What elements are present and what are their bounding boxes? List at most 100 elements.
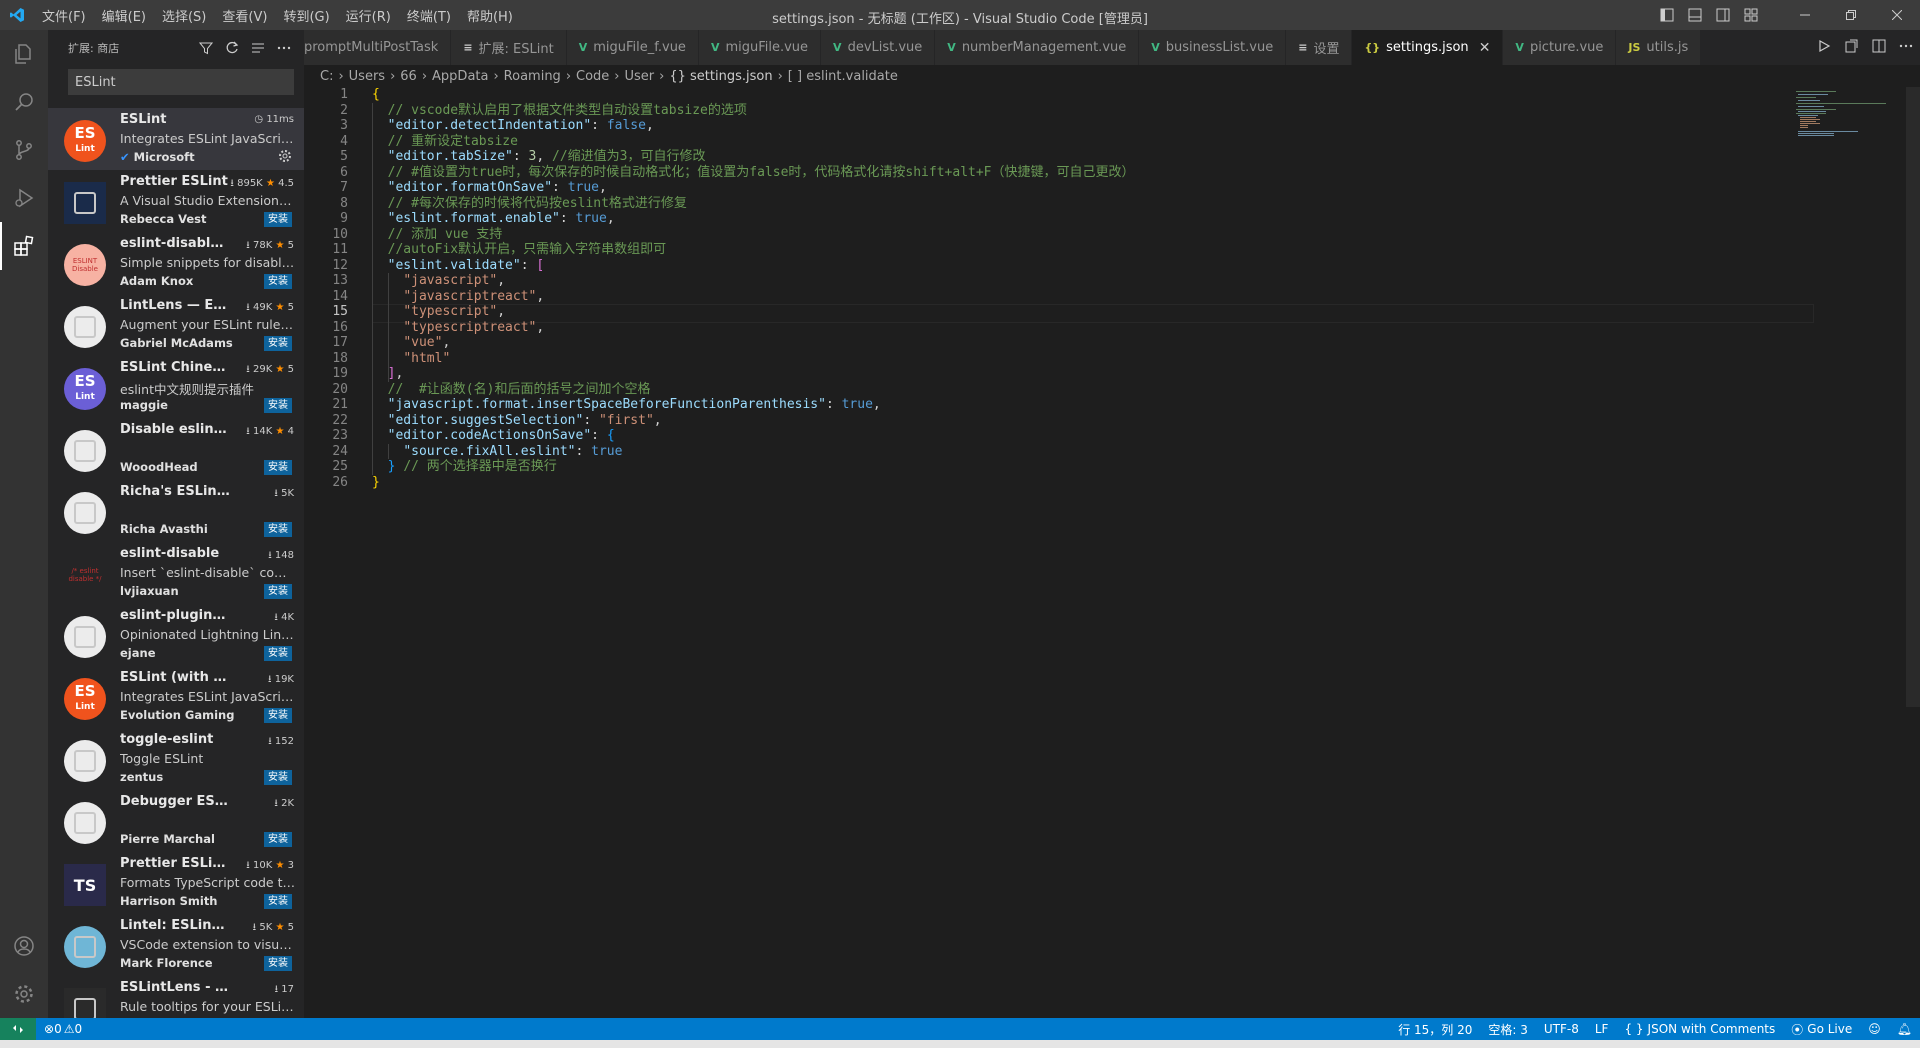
eol-status[interactable]: LF — [1587, 1022, 1617, 1036]
code-line[interactable]: 26} — [304, 475, 1784, 491]
install-button[interactable]: 安装 — [264, 832, 292, 847]
extension-item[interactable]: ESLint ESLint Chinese ... ⭳ 29K ★ 5 eslint中… — [48, 356, 304, 418]
extension-item[interactable]: LintLens — ESLi... ⭳ 49K ★ 5 Augment your … — [48, 294, 304, 356]
code-line[interactable]: 5 "editor.tabSize": 3, //缩进值为3，可自行修改 — [304, 149, 1784, 165]
code-line[interactable]: 11 //autoFix默认开启，只需输入字符串数组即可 — [304, 242, 1784, 258]
run-debug-icon[interactable] — [0, 174, 48, 222]
code-line[interactable]: 7 "editor.formatOnSave": true, — [304, 180, 1784, 196]
language-mode[interactable]: { } JSON with Comments — [1616, 1022, 1783, 1036]
extension-item[interactable]: Richa's ESLint Snipp... ⭳ 5K Richa Avasthi… — [48, 480, 304, 542]
install-button[interactable]: 安装 — [264, 274, 292, 289]
open-settings-ui-icon[interactable] — [1844, 38, 1858, 57]
toggle-sidebar-icon[interactable] — [1656, 4, 1678, 26]
cursor-position[interactable]: 行 15，列 20 — [1390, 1021, 1480, 1038]
extension-item[interactable]: ESLintLens - Tooltip... ⭳ 17 Rule tooltips… — [48, 976, 304, 1018]
more-editor-actions-icon[interactable] — [1899, 38, 1913, 57]
editor-tab[interactable]: VbusinessList.vue — [1139, 30, 1287, 65]
menu-item[interactable]: 转到(G) — [275, 6, 337, 25]
menu-item[interactable]: 帮助(H) — [459, 6, 521, 25]
code-line[interactable]: 3 "editor.detectIndentation": false, — [304, 118, 1784, 134]
toggle-secondary-sidebar-icon[interactable] — [1712, 4, 1734, 26]
extension-item[interactable]: ESLint ESLint (with `autoF... ⭳ 19K Integra… — [48, 666, 304, 728]
breadcrumb-item[interactable]: Code — [576, 69, 609, 84]
breadcrumb-item[interactable]: 66 — [400, 69, 417, 84]
breadcrumb-item[interactable]: {} settings.json — [669, 69, 772, 84]
code-line[interactable]: 19 ], — [304, 366, 1784, 382]
code-line[interactable]: 15 "typescript", — [304, 304, 1784, 320]
customize-layout-icon[interactable] — [1740, 4, 1762, 26]
breadcrumb-item[interactable]: User — [625, 69, 655, 84]
editor-tab[interactable]: VmiguFile.vue — [698, 30, 822, 65]
code-line[interactable]: 12 "eslint.validate": [ — [304, 258, 1784, 274]
minimap[interactable] — [1796, 87, 1906, 157]
restore-button[interactable] — [1828, 0, 1874, 30]
close-tab-icon[interactable]: ✕ — [1479, 40, 1491, 56]
install-button[interactable]: 安装 — [264, 522, 292, 537]
editor-scrollbar[interactable] — [1906, 87, 1920, 707]
code-line[interactable]: 4 // 重新设定tabsize — [304, 134, 1784, 150]
code-line[interactable]: 13 "javascript", — [304, 273, 1784, 289]
extension-item[interactable]: Disable eslint r... ⭳ 14K ★ 4 WooodHead 安装 — [48, 418, 304, 480]
remote-indicator-icon[interactable] — [0, 1018, 36, 1040]
editor-tab[interactable]: VmiguFile_f.vue — [566, 30, 699, 65]
install-button[interactable]: 安装 — [264, 646, 292, 661]
close-window-button[interactable] — [1874, 0, 1920, 30]
extension-item[interactable]: ES Lint ESLint ◷ 11ms Integrates ESLint Java… — [48, 108, 304, 170]
code-line[interactable]: 24 "source.fixAll.eslint": true — [304, 444, 1784, 460]
go-live-button[interactable]: ⦿ Go Live — [1783, 1021, 1860, 1038]
accounts-icon[interactable] — [0, 922, 48, 970]
breadcrumb-item[interactable]: C: — [320, 69, 333, 84]
install-button[interactable]: 安装 — [264, 460, 292, 475]
menu-item[interactable]: 选择(S) — [154, 6, 214, 25]
manage-gear-icon[interactable] — [0, 970, 48, 1018]
editor-tab[interactable]: VdevList.vue — [821, 30, 936, 65]
menu-item[interactable]: 编辑(E) — [94, 6, 154, 25]
extension-item[interactable]: eslint-plugin-lintin... ⭳ 4K Opinionated L… — [48, 604, 304, 666]
code-line[interactable]: 16 "typescriptreact", — [304, 320, 1784, 336]
filter-icon[interactable] — [196, 38, 216, 58]
extension-item[interactable]: Debugger ESLint di... ⭳ 2K Pierre Marchal 安… — [48, 790, 304, 852]
extension-item[interactable]: Prettier ESLint ⭳ 895K ★ 4.5 A Visual Stud… — [48, 170, 304, 232]
install-button[interactable]: 安装 — [264, 584, 292, 599]
notifications-bell-icon[interactable]: 🔔︎ — [1889, 1022, 1920, 1036]
breadcrumb-item[interactable]: Roaming — [504, 69, 561, 84]
clear-results-icon[interactable] — [248, 38, 268, 58]
install-button[interactable]: 安装 — [264, 212, 292, 227]
code-line[interactable]: 6 // #值设置为true时，每次保存的时候自动格式化；值设置为false时，… — [304, 165, 1784, 181]
code-line[interactable]: 18 "html" — [304, 351, 1784, 367]
toggle-panel-icon[interactable] — [1684, 4, 1706, 26]
encoding-status[interactable]: UTF-8 — [1536, 1022, 1587, 1036]
source-control-icon[interactable] — [0, 126, 48, 174]
install-button[interactable]: 安装 — [264, 894, 292, 909]
split-editor-icon[interactable] — [1872, 38, 1886, 57]
code-line[interactable]: 22 "editor.suggestSelection": "first", — [304, 413, 1784, 429]
extension-item[interactable]: /* eslint disable */ eslint-disable ⭳ 148 I… — [48, 542, 304, 604]
install-button[interactable]: 安装 — [264, 336, 292, 351]
problems-indicator[interactable]: ⊗ 0 ⚠ 0 — [36, 1022, 90, 1036]
explorer-icon[interactable] — [0, 30, 48, 78]
breadcrumb-item[interactable]: [ ] eslint.validate — [788, 69, 898, 84]
more-actions-icon[interactable] — [274, 38, 294, 58]
refresh-icon[interactable] — [222, 38, 242, 58]
indentation-status[interactable]: 空格: 3 — [1480, 1021, 1536, 1038]
editor-tab[interactable]: VnumberManagement.vue — [935, 30, 1140, 65]
feedback-icon[interactable]: ☺ — [1860, 1022, 1889, 1036]
code-line[interactable]: 25 } // 两个选择器中是否换行 — [304, 459, 1784, 475]
editor-tab[interactable]: promptMultiPostTask — [304, 30, 452, 65]
extensions-icon[interactable] — [0, 222, 48, 270]
editor-tab[interactable]: ≡ 扩展: ESLint — [451, 30, 567, 65]
editor-tab[interactable]: JS utils.js — [1616, 30, 1702, 65]
code-line[interactable]: 14 "javascriptreact", — [304, 289, 1784, 305]
code-line[interactable]: 9 "eslint.format.enable": true, — [304, 211, 1784, 227]
code-line[interactable]: 8 // #每次保存的时候将代码按eslint格式进行修复 — [304, 196, 1784, 212]
code-line[interactable]: 1{ — [304, 87, 1784, 103]
extension-item[interactable]: ESLINT Disable eslint-disable-s... ⭳ 78K ★… — [48, 232, 304, 294]
run-icon[interactable] — [1817, 38, 1831, 57]
breadcrumb-item[interactable]: AppData — [432, 69, 488, 84]
editor-tab[interactable]: Vpicture.vue — [1503, 30, 1617, 65]
code-line[interactable]: 21 "javascript.format.insertSpaceBeforeF… — [304, 397, 1784, 413]
code-editor[interactable]: 1{2 // vscode默认启用了根据文件类型自动设置tabsize的选项 3 … — [304, 87, 1920, 1018]
breadcrumb-item[interactable]: Users — [349, 69, 385, 84]
install-button[interactable]: 安装 — [264, 398, 292, 413]
extension-item[interactable]: toggle-eslint ⭳ 152 Toggle ESLint zentus 安装 — [48, 728, 304, 790]
